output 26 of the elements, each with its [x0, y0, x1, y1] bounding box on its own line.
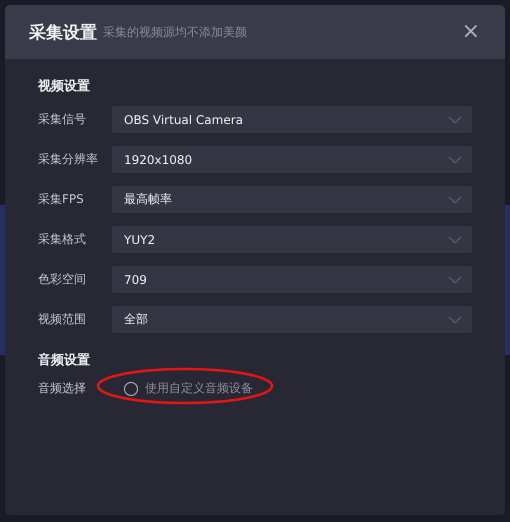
dropdown[interactable]: 1920x1080 [112, 146, 472, 173]
chevron-down-icon [448, 236, 462, 244]
chevron-down-icon [448, 116, 462, 124]
field-label: 音频选择 [38, 380, 87, 397]
field-label: 采集信号 [38, 111, 87, 128]
field-label: 色彩空间 [38, 271, 87, 288]
section-title: 音频设置 [38, 352, 91, 369]
dropdown[interactable]: OBS Virtual Camera [112, 106, 472, 133]
radio-button[interactable] [124, 382, 138, 396]
chevron-down-icon [448, 156, 462, 164]
dropdown[interactable]: YUY2 [112, 226, 472, 253]
close-button[interactable]: × [462, 21, 480, 43]
chevron-down-icon [448, 316, 462, 324]
dialog-subtitle: 采集的视频源均不添加美颜 [103, 24, 248, 40]
dropdown[interactable]: 最高帧率 [112, 186, 472, 213]
dialog-title: 采集设置 [29, 22, 97, 44]
chevron-down-icon [448, 276, 462, 284]
field-label: 采集格式 [38, 231, 87, 248]
radio-label: 使用自定义音频设备 [145, 380, 253, 397]
field-label: 采集FPS [38, 191, 85, 208]
dropdown[interactable]: 全部 [112, 306, 472, 333]
dropdown[interactable]: 709 [112, 266, 472, 293]
chevron-down-icon [448, 196, 462, 204]
section-title: 视频设置 [38, 78, 91, 95]
field-label: 采集分辨率 [38, 151, 99, 168]
field-label: 视频范围 [38, 311, 87, 328]
